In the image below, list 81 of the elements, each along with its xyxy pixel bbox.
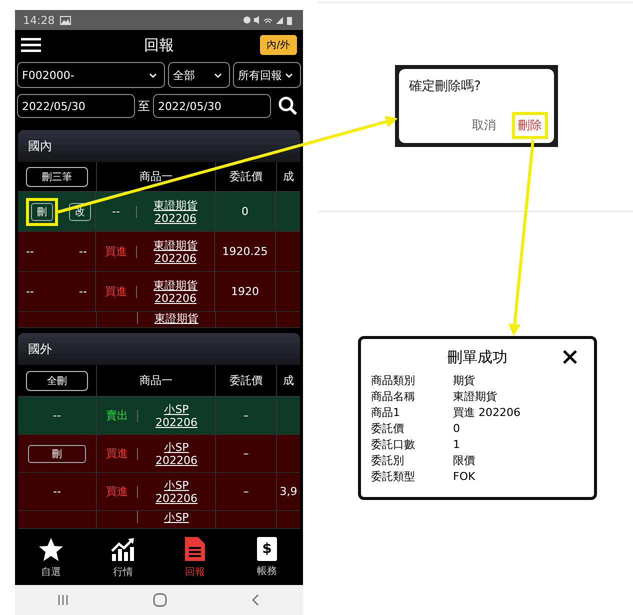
document-icon	[184, 536, 206, 562]
row-action-button[interactable]: 改	[64, 198, 96, 226]
back-icon[interactable]	[251, 594, 261, 606]
side-cell-text: --	[111, 205, 121, 218]
field-value: 買進 202206	[453, 405, 520, 421]
close-icon[interactable]	[562, 349, 578, 365]
product-link[interactable]: 小SP 202206	[138, 440, 215, 466]
field-value: 1	[453, 437, 461, 453]
bulk-delete-button[interactable]: 刪三筆	[26, 166, 88, 186]
dollar-book-icon: $	[257, 537, 277, 561]
product-link[interactable]: 小SP	[138, 511, 215, 524]
field-value: 東證期貨	[453, 389, 498, 405]
column-header: 成	[282, 373, 295, 389]
dialog-message: 確定刪除嗎?	[409, 78, 482, 95]
home-icon[interactable]	[153, 593, 167, 607]
search-icon[interactable]	[278, 96, 298, 116]
field-label: 委託別	[371, 453, 405, 469]
chevron-down-icon	[214, 72, 222, 78]
dialog-button[interactable]: 取消	[466, 112, 502, 139]
category-select[interactable]: 全部	[168, 62, 230, 88]
date-separator: 至	[138, 98, 150, 114]
date-field[interactable]: 2022/05/30	[153, 94, 271, 118]
image-icon	[60, 16, 71, 24]
side-cell-text: 買進	[105, 446, 129, 461]
dialog-button[interactable]: 刪除	[512, 112, 548, 139]
field-label: 委託價	[371, 421, 405, 437]
table-cell: –	[243, 447, 249, 460]
table-cell: –	[243, 409, 249, 422]
star-icon	[38, 536, 64, 562]
side-cell-text: 賣出	[105, 408, 129, 423]
table-cell: 3,9	[280, 485, 298, 498]
chart-icon	[110, 536, 136, 562]
column-header: 委託價	[216, 365, 277, 396]
field-value: 限價	[453, 453, 476, 469]
screen-title: 回報	[144, 36, 174, 54]
nav-tab[interactable]: 行情	[87, 530, 159, 585]
row-action-button[interactable]: 刪	[26, 198, 58, 226]
table-cell: 1920.25	[222, 245, 268, 258]
table-cell: --	[26, 245, 34, 258]
column-header: 委託價	[216, 162, 277, 191]
side-cell-text: 買進	[104, 284, 128, 299]
bulk-delete-button[interactable]: 全刪	[26, 370, 88, 390]
dialog-title: 刪單成功	[448, 348, 508, 366]
recent-apps-icon[interactable]	[57, 594, 69, 606]
table-cell: --	[53, 409, 61, 422]
column-header: 商品一	[97, 365, 216, 396]
section-title: 國外	[28, 340, 52, 358]
chevron-down-icon	[285, 72, 293, 78]
table-cell: 0	[242, 205, 248, 218]
field-label: 委託口數	[371, 437, 416, 453]
field-label: 商品名稱	[371, 389, 416, 405]
chevron-down-icon	[149, 72, 157, 78]
table-cell: --	[26, 285, 34, 298]
field-label: 委託類型	[371, 469, 416, 485]
report-select[interactable]: 所有回報	[233, 62, 301, 88]
field-value: 0	[453, 421, 461, 437]
menu-icon[interactable]	[21, 38, 41, 52]
account-select[interactable]: F002000-	[17, 62, 165, 88]
market-toggle-button[interactable]: 內/外	[260, 35, 297, 55]
table-cell: 1920	[231, 285, 259, 298]
status-icons-drawing	[243, 15, 295, 25]
table-cell: –	[243, 485, 249, 498]
nav-tab[interactable]: 回報	[159, 530, 231, 585]
column-header: 商品一	[97, 162, 216, 191]
table-cell: --	[79, 285, 87, 298]
field-label: 商品1	[371, 405, 401, 421]
status-time: 14:28	[23, 14, 55, 26]
table-cell: --	[79, 245, 87, 258]
product-link[interactable]: 小SP 202206	[138, 478, 215, 504]
nav-tab[interactable]: 自選	[15, 530, 87, 585]
field-value: 期貨	[453, 373, 476, 389]
table-cell: --	[53, 485, 61, 498]
field-value: FOK	[453, 469, 476, 485]
product-link[interactable]: 小SP 202206	[138, 402, 215, 428]
field-label: 商品類別	[371, 373, 416, 389]
side-cell-text: 買進	[104, 244, 128, 259]
section-title: 國內	[28, 138, 52, 154]
date-field[interactable]: 2022/05/30	[17, 94, 135, 118]
side-cell-text: 買進	[105, 484, 129, 499]
nav-tab[interactable]: $ 帳務	[231, 530, 303, 585]
column-header: 成	[282, 169, 295, 185]
